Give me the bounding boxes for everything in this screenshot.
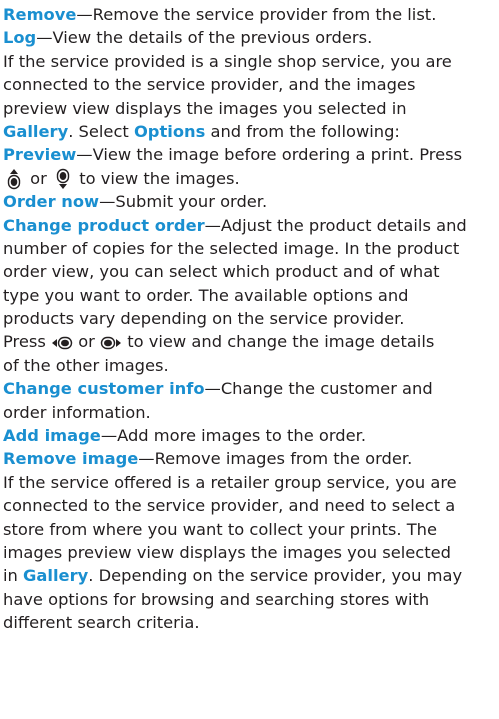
text-line: Change customer info—Change the customer… — [3, 377, 499, 400]
text-line: Press or to view and change the image de… — [3, 330, 499, 353]
text-line: different search criteria. — [3, 613, 200, 633]
text-line: store from where you want to collect you… — [3, 519, 438, 539]
option-add-image: Add image — [3, 426, 101, 446]
text-span: in — [3, 566, 24, 586]
text-line: Gallery. Select Options and from the fol… — [3, 120, 499, 143]
text-line: have options for browsing and searching … — [3, 589, 430, 609]
options-ref: Options — [133, 121, 206, 141]
text-line: number of copies for the selected image.… — [3, 238, 460, 258]
option-remove-desc: —Remove the service provider from the li… — [76, 5, 437, 24]
option-remove-image: Remove image — [3, 449, 139, 469]
text-span: or — [25, 168, 53, 188]
option-change-product-order: Change product order — [3, 215, 205, 235]
text-line: preview view displays the images you sel… — [3, 98, 407, 118]
text-span: Press — [3, 332, 52, 352]
joystick-left-icon — [51, 332, 73, 354]
joystick-up-icon — [3, 168, 25, 190]
text-line: or to view the images. — [3, 167, 499, 190]
text-span: to view and change the image details — [122, 332, 435, 352]
text-line: Change product order—Adjust the product … — [3, 214, 499, 237]
option-preview: Preview — [3, 145, 77, 165]
text-line: products vary depending on the service p… — [3, 309, 405, 329]
text-span: and from the following: — [205, 121, 400, 141]
option-log-desc: —View the details of the previous orders… — [36, 28, 373, 48]
text-span: to view the images. — [74, 168, 240, 188]
joystick-right-icon — [100, 332, 122, 354]
gallery-ref: Gallery — [23, 566, 89, 586]
option-add-image-desc: —Add more images to the order. — [100, 426, 367, 446]
text-line: Log—View the details of the previous ord… — [3, 26, 499, 49]
option-log: Log — [3, 28, 37, 48]
text-line: connected to the service provider, and t… — [3, 75, 416, 95]
text-line: images preview view displays the images … — [3, 542, 451, 562]
text-line: Order now—Submit your order. — [3, 190, 499, 213]
text-line: Remove image—Remove images from the orde… — [3, 447, 499, 470]
text-span: . Select — [68, 121, 134, 141]
text-line: in Gallery. Depending on the service pro… — [3, 564, 499, 587]
option-order-now: Order now — [3, 192, 100, 212]
text-line: order view, you can select which product… — [3, 262, 440, 282]
option-preview-desc: —View the image before ordering a print.… — [76, 145, 463, 165]
text-line: If the service provided is a single shop… — [3, 51, 452, 71]
text-line: connected to the service provider, and n… — [3, 496, 456, 516]
option-change-product-order-desc: —Adjust the product details and — [204, 215, 467, 235]
option-change-customer-info: Change customer info — [3, 379, 205, 399]
text-span: . Depending on the service provider, you… — [88, 566, 463, 586]
option-order-now-desc: —Submit your order. — [99, 192, 268, 212]
option-remove: Remove — [3, 5, 77, 24]
text-line: type you want to order. The available op… — [3, 285, 409, 305]
option-remove-image-desc: —Remove images from the order. — [138, 449, 413, 469]
gallery-ref: Gallery — [3, 121, 69, 141]
text-line: Add image—Add more images to the order. — [3, 424, 499, 447]
text-line: Preview—View the image before ordering a… — [3, 143, 499, 166]
text-line: If the service offered is a retailer gro… — [3, 472, 457, 492]
option-change-customer-info-desc: —Change the customer and — [204, 379, 433, 399]
text-line: order information. — [3, 402, 151, 422]
text-line: Remove—Remove the service provider from … — [3, 3, 499, 26]
manual-page: Remove—Remove the service provider from … — [0, 0, 499, 635]
text-line: of the other images. — [3, 355, 169, 375]
joystick-down-icon — [52, 168, 74, 190]
text-span: or — [73, 332, 101, 352]
